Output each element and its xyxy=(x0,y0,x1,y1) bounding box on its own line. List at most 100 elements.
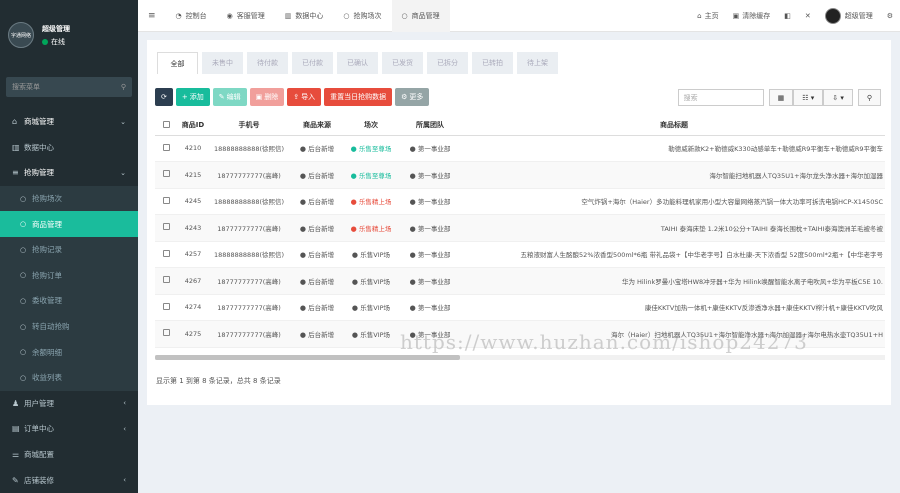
tab-label: 抢购场次 xyxy=(353,11,382,20)
table-row[interactable]: 4210 18888888888(徐熙信) ● 后台新增 ● 乐售至尊场 ● 第… xyxy=(155,135,885,162)
status-tab-all[interactable]: 全部 xyxy=(157,52,198,74)
language-button[interactable]: ◧ xyxy=(777,12,798,20)
advanced-search-button[interactable]: ⚲ xyxy=(857,89,881,106)
sidebar-item-users[interactable]: ♟ 用户管理 ‹ xyxy=(0,391,138,417)
status-tab[interactable]: 待上架 xyxy=(517,52,558,74)
row-checkbox[interactable] xyxy=(155,320,177,348)
column-header[interactable]: 商品标题 xyxy=(463,116,885,136)
sidebar-item-data[interactable]: ▥ 数据中心 xyxy=(0,135,138,161)
sidebar-item-flash-sale[interactable]: ≡ 抢购管理 ⌄ xyxy=(0,160,138,186)
search-placeholder: 搜索 xyxy=(683,93,698,102)
search-icon[interactable]: ⚲ xyxy=(121,83,126,91)
column-header[interactable]: 商品ID xyxy=(177,116,209,136)
cell-source: ● 后台新增 xyxy=(289,241,345,268)
source-text: 后台新增 xyxy=(308,251,335,260)
session-text: 乐售至尊场 xyxy=(358,171,392,180)
table-row[interactable]: 4274 18777777777(高峰) ● 后台新增 ● 乐售VIP场 ● 第… xyxy=(155,294,885,321)
row-checkbox[interactable] xyxy=(155,214,177,242)
checkbox-icon[interactable] xyxy=(162,302,170,310)
clear-cache-button[interactable]: ▣ 清除缓存 xyxy=(726,11,778,21)
chart-icon: ▥ xyxy=(12,142,20,152)
sidebar-subitem[interactable]: ○ 余额明细 xyxy=(0,339,138,365)
hamburger-icon[interactable]: ≡ xyxy=(148,11,156,21)
cell-session: ● 乐售VIP场 xyxy=(345,241,397,268)
checkbox-icon[interactable] xyxy=(162,276,170,284)
row-checkbox[interactable] xyxy=(155,135,177,162)
cell-team: ● 第一事业部 xyxy=(397,161,463,189)
sidebar-subitem[interactable]: ○ 转自动抢购 xyxy=(0,314,138,340)
more-button[interactable]: ⚙ 更多 xyxy=(395,88,430,106)
cell-phone: 18777777777(高峰) xyxy=(209,294,289,321)
dot-icon: ● xyxy=(299,198,309,207)
refresh-button[interactable]: ⟳ xyxy=(155,88,173,106)
dot-icon: ● xyxy=(350,145,359,154)
row-checkbox[interactable] xyxy=(155,188,177,215)
toggle-view-button[interactable]: ▦ xyxy=(768,89,794,106)
sidebar-subitem-active[interactable]: ○ 商品管理 xyxy=(0,211,138,237)
checkbox-icon[interactable] xyxy=(162,143,170,151)
sidebar-item-orders[interactable]: ▤ 订单中心 ‹ xyxy=(0,416,138,442)
row-checkbox[interactable] xyxy=(155,241,177,268)
column-header[interactable]: 商品来源 xyxy=(289,116,345,136)
dot-icon: ● xyxy=(409,171,418,180)
tab-products[interactable]: ○ 商品管理 xyxy=(391,0,450,32)
sidebar-item-decor[interactable]: ✎ 店铺装修 ‹ xyxy=(0,467,138,493)
table-row[interactable]: 4257 18888888888(徐熙信) ● 后台新增 ● 乐售VIP场 ● … xyxy=(155,241,885,268)
checkbox-icon[interactable] xyxy=(162,120,170,128)
delete-label: 删除 xyxy=(264,93,279,101)
user-menu[interactable]: 超级管理 xyxy=(818,7,880,24)
column-header[interactable]: 场次 xyxy=(345,116,397,136)
columns-button[interactable]: ☷ ▾ xyxy=(793,89,824,106)
tab-flash-sessions[interactable]: ○ 抢购场次 xyxy=(333,0,391,32)
add-button[interactable]: + 添加 xyxy=(175,88,210,106)
export-button[interactable]: ⇩ ▾ xyxy=(823,89,853,106)
sidebar-search[interactable]: 搜索菜单 ⚲ xyxy=(6,77,132,97)
sidebar-subitem[interactable]: ○ 委收管理 xyxy=(0,288,138,314)
table-search-input[interactable]: 搜索 xyxy=(677,89,764,106)
home-icon: ⌂ xyxy=(12,117,18,127)
table-row[interactable]: 4267 18777777777(高峰) ● 后台新增 ● 乐售VIP场 ● 第… xyxy=(155,267,885,295)
fullscreen-button[interactable]: ✕ xyxy=(798,12,818,20)
status-tab[interactable]: 未售中 xyxy=(202,52,243,74)
chevron-left-icon: ‹ xyxy=(123,424,126,433)
table-row[interactable]: 4215 18777777777(高峰) ● 后台新增 ● 乐售至尊场 ● 第一… xyxy=(155,161,885,189)
tab-customer-service[interactable]: ◉ 客服管理 xyxy=(217,0,275,32)
checkbox-icon[interactable] xyxy=(162,170,170,178)
sidebar-item-mall[interactable]: ⌂ 商城管理 ⌄ xyxy=(0,109,138,135)
status-tab[interactable]: 待付款 xyxy=(247,52,288,74)
status-tab[interactable]: 已发货 xyxy=(382,52,423,74)
reset-button[interactable]: 重置当日抢购数据 xyxy=(324,88,393,106)
delete-button[interactable]: ▣ 删除 xyxy=(249,88,285,106)
status-tab[interactable]: 已拆分 xyxy=(427,52,468,74)
table-row[interactable]: 4245 18888888888(徐熙信) ● 后台新增 ● 乐售精上场 ● 第… xyxy=(155,188,885,215)
status-tab[interactable]: 已确认 xyxy=(337,52,378,74)
checkbox-icon[interactable] xyxy=(162,196,170,204)
sidebar-subitem[interactable]: ○ 抢购记录 xyxy=(0,237,138,263)
row-checkbox[interactable] xyxy=(155,267,177,295)
checkbox-icon[interactable] xyxy=(162,249,170,257)
row-checkbox[interactable] xyxy=(155,294,177,321)
import-button[interactable]: ⇪ 导入 xyxy=(287,88,322,106)
menu-toggle[interactable]: ≡ xyxy=(138,0,166,32)
sidebar-subitem[interactable]: ○ 抢购场次 xyxy=(0,186,138,212)
sidebar-subitem[interactable]: ○ 抢购订单 xyxy=(0,263,138,289)
select-all-checkbox[interactable] xyxy=(155,116,177,136)
tab-data-center[interactable]: ▥ 数据中心 xyxy=(275,0,334,32)
row-checkbox[interactable] xyxy=(155,161,177,189)
home-link[interactable]: ⌂ 主页 xyxy=(690,11,725,21)
cell-phone: 18777777777(高峰) xyxy=(209,320,289,348)
sidebar-item-config[interactable]: ⚌ 商城配置 xyxy=(0,442,138,468)
settings-button[interactable]: ⚙ xyxy=(880,12,900,20)
status-tab[interactable]: 已转拍 xyxy=(472,52,513,74)
checkbox-icon[interactable] xyxy=(162,329,170,337)
sidebar-subitem[interactable]: ○ 收益列表 xyxy=(0,365,138,391)
column-header[interactable]: 所属团队 xyxy=(397,116,463,136)
table-row[interactable]: 4243 18777777777(高峰) ● 后台新增 ● 乐售精上场 ● 第一… xyxy=(155,214,885,242)
horizontal-scrollbar[interactable] xyxy=(155,355,460,360)
column-header[interactable]: 手机号 xyxy=(209,116,289,136)
status-tab[interactable]: 已付款 xyxy=(292,52,333,74)
checkbox-icon[interactable] xyxy=(162,223,170,231)
edit-button[interactable]: ✎ 编辑 xyxy=(212,88,247,106)
refresh-icon: ⟳ xyxy=(161,93,167,101)
tab-dashboard[interactable]: ◔ 控制台 xyxy=(166,0,217,32)
